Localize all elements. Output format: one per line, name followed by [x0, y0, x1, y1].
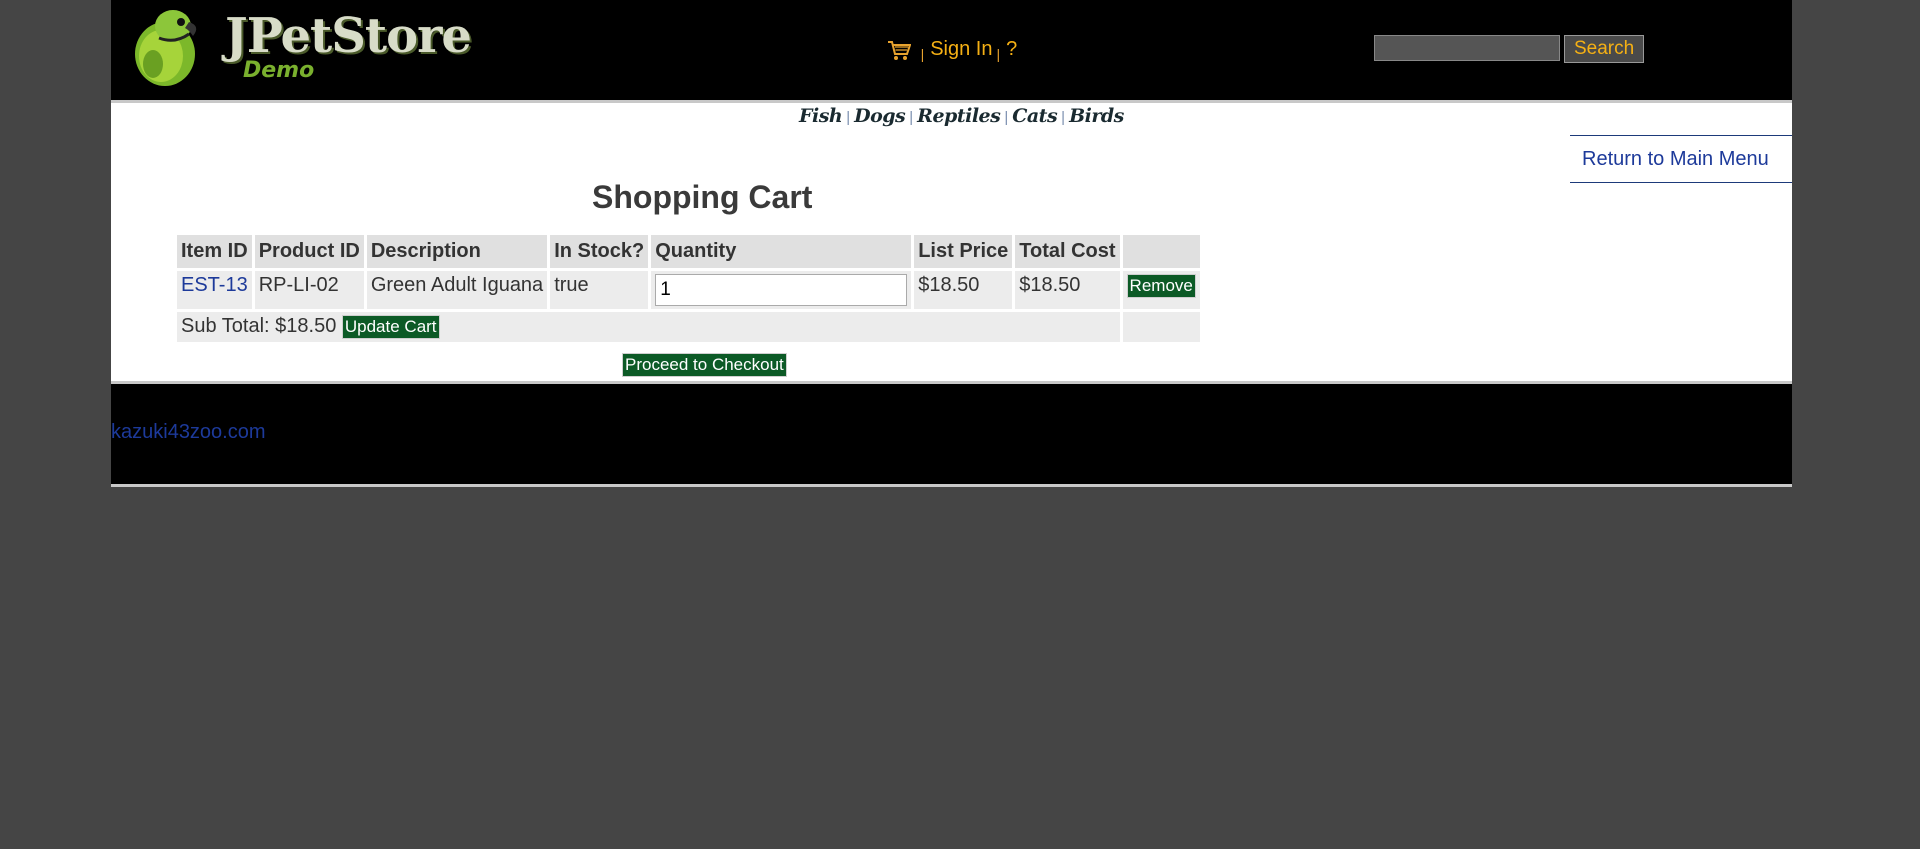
return-to-main-menu-link[interactable]: Return to Main Menu: [1582, 148, 1769, 171]
footer: kazuki43zoo.com: [111, 384, 1792, 487]
cell-list-price: $18.50: [914, 271, 1013, 309]
page-wrapper: JPetStore Demo | Sign In |? Search Fish | Do…: [111, 0, 1792, 487]
cell-item-id: EST-13: [177, 271, 252, 309]
menu-separator: |: [920, 46, 925, 62]
remove-button[interactable]: Remove: [1126, 274, 1196, 298]
cell-quantity: [651, 271, 912, 309]
column-header: In Stock?: [550, 235, 649, 268]
cell-total-cost: $18.50: [1015, 271, 1120, 309]
column-header: Description: [366, 235, 548, 268]
quicklink-reptiles[interactable]: Reptiles: [917, 105, 1001, 127]
column-header: List Price: [914, 235, 1013, 268]
page-title: Shopping Cart: [592, 179, 813, 215]
subtotal-empty-cell: [1122, 312, 1200, 342]
column-header-empty: [1122, 235, 1200, 268]
quicklink-dogs[interactable]: Dogs: [854, 105, 906, 127]
logo-subtitle: Demo: [243, 58, 315, 83]
cart-table: Item ID Product ID Description In Stock?…: [174, 232, 1203, 345]
quicklink-separator: |: [909, 109, 914, 126]
column-header: Quantity: [651, 235, 912, 268]
subtotal-row: Sub Total: $18.50 Update Cart: [177, 312, 1200, 342]
column-header: Item ID: [177, 235, 252, 268]
category-quicklinks: Fish | Dogs | Reptiles | Cats | Birds: [799, 105, 1124, 127]
cell-description: Green Adult Iguana: [366, 271, 548, 309]
search-form: Search: [1374, 35, 1645, 63]
header: JPetStore Demo | Sign In |? Search: [111, 0, 1792, 103]
cart-link[interactable]: [887, 38, 917, 60]
subtotal-cell: Sub Total: $18.50 Update Cart: [177, 312, 1120, 342]
search-input[interactable]: [1374, 35, 1560, 61]
logo[interactable]: JPetStore Demo: [123, 4, 472, 90]
cell-product-id: RP-LI-02: [254, 271, 364, 309]
quicklink-cats[interactable]: Cats: [1012, 105, 1057, 127]
quicklink-separator: |: [1061, 109, 1066, 126]
sign-in-link[interactable]: Sign In: [930, 38, 992, 60]
table-row: EST-13 RP-LI-02 Green Adult Iguana true …: [177, 271, 1200, 309]
content: Fish | Dogs | Reptiles | Cats | Birds Return to …: [111, 103, 1792, 384]
cell-in-stock: true: [550, 271, 649, 309]
subtotal-label: Sub Total: $18.50: [181, 315, 337, 337]
column-header: Product ID: [254, 235, 364, 268]
back-link-box: Return to Main Menu: [1570, 135, 1792, 183]
column-header: Total Cost: [1015, 235, 1120, 268]
menu-separator: |: [996, 46, 1001, 62]
header-menu: | Sign In |?: [887, 38, 1017, 62]
help-link[interactable]: ?: [1006, 38, 1017, 60]
logo-title: JPetStore: [225, 8, 472, 64]
cart-icon: [888, 41, 911, 60]
table-header-row: Item ID Product ID Description In Stock?…: [177, 235, 1200, 268]
quicklink-fish[interactable]: Fish: [799, 105, 843, 127]
quicklink-separator: |: [1004, 109, 1009, 126]
proceed-to-checkout-button[interactable]: Proceed to Checkout: [622, 353, 787, 377]
footer-link[interactable]: kazuki43zoo.com: [111, 421, 266, 444]
quicklink-birds[interactable]: Birds: [1069, 105, 1124, 127]
cell-remove: Remove: [1122, 271, 1200, 309]
parrot-logo-icon: [135, 10, 197, 86]
update-cart-button[interactable]: Update Cart: [341, 315, 440, 339]
item-id-link[interactable]: EST-13: [181, 274, 248, 296]
quantity-input[interactable]: [655, 274, 908, 306]
quicklink-separator: |: [846, 109, 851, 126]
search-button[interactable]: Search: [1564, 35, 1645, 63]
